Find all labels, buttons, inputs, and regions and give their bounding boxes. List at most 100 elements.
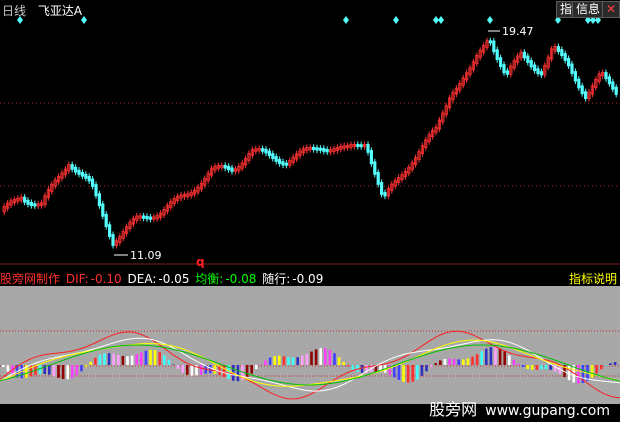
histogram-bar	[342, 362, 345, 365]
histogram-bar	[512, 359, 516, 365]
candle-body	[97, 193, 101, 207]
candle-body	[26, 199, 30, 205]
candle-body	[33, 203, 37, 207]
histogram-bar	[411, 365, 414, 382]
candle-body	[104, 213, 108, 228]
candle-body	[145, 215, 149, 220]
histogram-bar	[80, 365, 83, 372]
candle-body	[383, 192, 387, 197]
candle-body	[577, 78, 581, 89]
histogram-bar	[186, 365, 189, 375]
candle-body	[77, 169, 81, 175]
watermark-url: www.gupang.com	[485, 403, 610, 419]
candle-body	[84, 173, 88, 179]
histogram-bar	[314, 349, 318, 365]
histogram-bar	[103, 353, 106, 365]
histogram-bar	[29, 365, 33, 377]
follow-label: 随行:	[262, 272, 291, 286]
histogram-bar	[94, 357, 97, 365]
histogram-bar	[406, 365, 410, 383]
histogram-bar	[209, 365, 212, 374]
histogram-bar	[521, 365, 525, 367]
candlestick-chart[interactable]: 19.47 11.09 q	[0, 0, 620, 268]
histogram-bar	[485, 348, 488, 365]
indicator-help-link[interactable]: 指标说明	[569, 270, 617, 287]
histogram-bar	[149, 349, 152, 365]
histogram-bar	[457, 359, 460, 365]
follow-value: -0.09	[292, 272, 324, 286]
histogram-bar	[434, 363, 437, 365]
candle-body	[315, 147, 319, 151]
histogram-bar	[489, 347, 493, 365]
histogram-bar	[57, 365, 60, 378]
candlestick-svg: 19.47 11.09 q	[0, 16, 620, 268]
histogram-bar	[144, 350, 148, 365]
histogram-bar	[609, 363, 612, 365]
close-button[interactable]: ✕	[602, 1, 620, 18]
candle-body	[226, 165, 231, 171]
candle-body	[281, 161, 285, 166]
candle-body	[322, 147, 326, 152]
histogram-bar	[278, 355, 281, 365]
histogram-bar	[167, 359, 171, 365]
histogram-bar	[245, 365, 249, 378]
histogram-bar	[595, 365, 598, 374]
candle-body	[318, 147, 323, 151]
candle-body	[264, 148, 268, 154]
signal-diamond-icon	[438, 16, 444, 24]
candle-body	[614, 86, 618, 95]
histogram-bar	[199, 365, 203, 375]
candle-body	[141, 215, 146, 219]
histogram-bar	[324, 348, 327, 365]
histogram-bar	[176, 365, 180, 370]
candle-body	[505, 70, 510, 75]
candle-body	[74, 166, 78, 173]
histogram-bar	[89, 361, 92, 365]
histogram-bar	[540, 365, 543, 370]
histogram-bar	[503, 351, 506, 365]
candle-body	[529, 60, 533, 68]
dif-label: DIF:	[65, 272, 89, 286]
histogram-bar	[337, 357, 341, 365]
histogram-bar	[273, 356, 276, 365]
candle-body	[536, 68, 540, 74]
histogram-bar	[6, 365, 10, 372]
candle-body	[580, 85, 584, 95]
histogram-bar	[600, 365, 603, 370]
info-button[interactable]: 信息	[572, 1, 605, 18]
histogram-bar	[222, 365, 226, 378]
candle-body	[260, 148, 265, 152]
watermark-cn: 股旁网	[429, 400, 478, 419]
histogram-bar	[75, 365, 79, 376]
histogram-bar	[351, 365, 355, 370]
signal-diamond-icon	[343, 16, 349, 24]
histogram-bar	[452, 358, 456, 365]
histogram-bar	[526, 365, 529, 369]
histogram-bar	[498, 348, 502, 365]
histogram-bar	[590, 365, 594, 378]
period-label[interactable]: 日线	[2, 4, 26, 18]
histogram-bar	[287, 357, 290, 365]
histogram-bar	[66, 365, 69, 380]
histogram-bar	[397, 365, 401, 380]
histogram-bar	[48, 365, 51, 375]
histogram-bar	[135, 354, 138, 365]
histogram-bar	[117, 355, 120, 365]
candle-body	[271, 153, 275, 159]
histogram-bar	[296, 357, 299, 365]
signal-diamond-icon	[487, 16, 493, 24]
watermark: 股旁网 www.gupang.com	[429, 396, 610, 420]
histogram-bar	[613, 362, 617, 365]
histogram-bar	[567, 365, 571, 381]
histogram-bar	[163, 355, 166, 365]
candle-body	[604, 72, 608, 80]
candle-body	[556, 46, 561, 52]
histogram-bar	[190, 365, 194, 376]
histogram-bar	[107, 353, 111, 365]
histogram-bar	[549, 365, 552, 370]
avg-value: -0.08	[225, 272, 257, 286]
indicator-name: 股旁网制作	[0, 272, 61, 286]
histogram-bar	[291, 357, 295, 365]
dif-value: -0.10	[90, 272, 122, 286]
candle-body	[94, 184, 98, 197]
